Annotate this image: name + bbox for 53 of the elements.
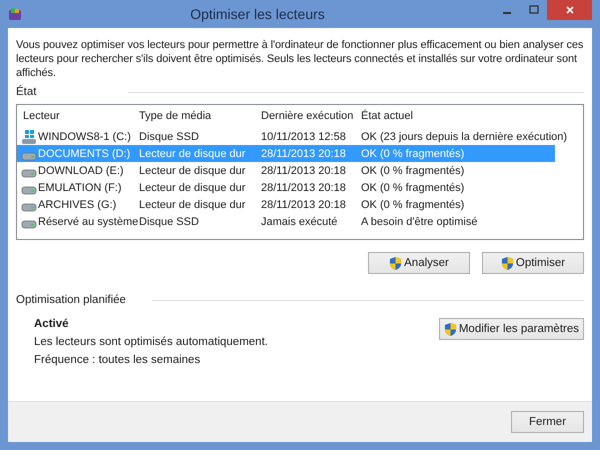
table-cell-text: Disque SSD [139,216,200,228]
table-cell-text: OK (23 jours depuis la dernière exécution) [361,130,568,142]
table-cell-text: Disque SSD [139,130,200,142]
drive-row[interactable]: WINDOWS8-1 (C:) Disque SSD 10/11/2013 12:58 OK (23 jours depuis la dernière exécution) [17,128,583,145]
drive-name: DOCUMENTS (D:) [38,148,130,160]
intro-text: Vous pouvez optimiser vos lecteurs pour permettre à l'ordinateur de fonctionner plus efficacement ou bien analyser ces lecteurs pour rechercher s'ils doivent être optimisés. Seuls les lecteurs connectés et installés sur votre ordinateur sont affichés. [16,38,584,80]
shield-icon [500,256,514,270]
schedule-status: Activé [34,318,70,330]
table-cell-text: OK (0 % fragmentés) [361,182,466,194]
column-header[interactable]: Lecteur [23,110,139,122]
drive-row[interactable]: ARCHIVES (G:) Lecteur de disque dur 28/11/2013 20:18 OK (0 % fragmentés) [17,196,583,213]
drive-name: WINDOWS8-1 (C:) [38,130,131,142]
action-button[interactable]: Analyser [368,252,470,274]
app-icon [8,7,22,21]
table-cell-text: Lecteur de disque dur [139,182,246,194]
drive-row[interactable]: Réservé au systèmeDisque SSD Jamais exécuté A besoin d'être optimisé [17,213,583,230]
schedule-description: Les lecteurs sont optimisés automatiquement. [34,336,268,348]
drive-row[interactable]: EMULATION (F:) Lecteur de disque dur 28/11/2013 20:18 OK (0 % fragmentés) [17,179,583,196]
drive-name: Réservé au système [38,216,138,228]
system-drive-icon [21,130,37,144]
window-title: Optimiser les lecteurs [189,6,326,22]
table-cell-text: Lecteur de disque dur [139,198,246,210]
table-cell-text: OK (0 % fragmentés) [361,164,466,176]
table-cell-text: Lecteur de disque dur [139,164,246,176]
section-label: État [16,86,38,98]
drive-name: ARCHIVES (G:) [38,198,116,210]
table-cell-text: OK (0 % fragmentés) [361,148,466,160]
action-button[interactable]: Optimiser [482,252,584,274]
table-cell-text: 28/11/2013 20:18 [261,164,347,176]
shield-icon [444,322,457,336]
table-cell-text: OK (0 % fragmentés) [361,198,466,210]
table-cell-text: Lecteur de disque dur [139,148,246,160]
close-button[interactable] [547,0,592,20]
minimize-icon [502,12,510,14]
drive-name: EMULATION (F:) [38,182,122,194]
schedule-frequency: Fréquence : toutes les semaines [34,354,202,366]
drive-row[interactable]: DOWNLOAD (E:) Lecteur de disque dur 28/11/2013 20:18 OK (0 % fragmentés) [17,162,583,179]
drive-name: DOWNLOAD (E:) [38,164,124,176]
change-settings-button[interactable]: Modifier les paramètres [438,318,584,340]
section-label: Optimisation planifiée [16,294,127,306]
table-cell-text: 28/11/2013 20:18 [261,182,347,194]
table-cell-text: Jamais exécuté [261,216,338,228]
maximize-icon [528,5,538,15]
table-cell-text: 10/11/2013 12:58 [261,130,347,142]
table-cell-text: 28/11/2013 20:18 [261,148,347,160]
table-cell-text: 28/11/2013 20:18 [261,198,347,210]
close-icon [564,5,574,15]
column-header[interactable]: Dernière exécution [261,110,361,122]
close-dialog-button[interactable]: Fermer [511,411,584,433]
column-header[interactable]: Type de média [139,110,261,122]
column-header[interactable]: État actuel [361,110,583,122]
table-cell-text: A besoin d'être optimisé [361,216,478,228]
shield-icon [389,256,402,270]
